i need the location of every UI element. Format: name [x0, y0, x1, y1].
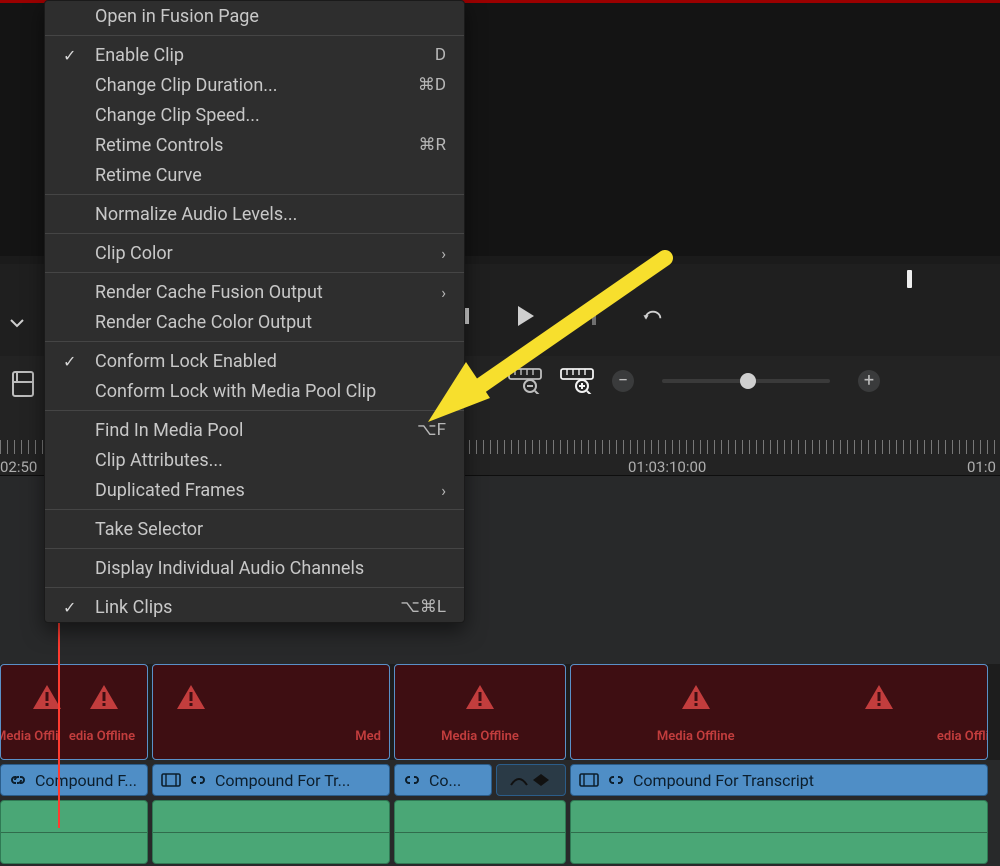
menu-separator: [45, 233, 464, 234]
clip-label: Compound F...: [35, 771, 137, 790]
warning-icon: [863, 683, 895, 711]
keyframe-clip[interactable]: [496, 764, 566, 796]
link-icon: [9, 772, 27, 788]
menu-change-duration[interactable]: Change Clip Duration...⌘D: [45, 70, 464, 100]
media-offline-label: edia Offli: [937, 729, 988, 744]
media-offline-label: Media Offline: [657, 729, 735, 744]
warning-icon: [464, 683, 496, 711]
menu-link-clips[interactable]: ✓Link Clips⌥⌘L: [45, 592, 464, 622]
check-icon: ✓: [63, 598, 95, 617]
menu-take-selector[interactable]: Take Selector: [45, 514, 464, 544]
clip-label: Co...: [429, 771, 461, 790]
clip-context-menu: Open in Fusion Page ✓Enable ClipD Change…: [44, 0, 465, 623]
warning-icon: [680, 683, 712, 711]
menu-separator: [45, 587, 464, 588]
link-icon: [403, 772, 421, 788]
link-icon: [607, 772, 625, 788]
menu-clip-attributes[interactable]: Clip Attributes...: [45, 445, 464, 475]
title-track: Compound F... Compound For Tr... Co... C…: [0, 764, 1000, 796]
audio-track: [0, 800, 1000, 866]
menu-display-audio-channels[interactable]: Display Individual Audio Channels: [45, 553, 464, 583]
menu-retime-controls[interactable]: Retime Controls⌘R: [45, 130, 464, 160]
transport-controls: [450, 305, 664, 327]
menu-separator: [45, 509, 464, 510]
zoom-in-ruler-icon[interactable]: [560, 368, 594, 394]
clip-icon: [579, 773, 599, 787]
menu-separator: [45, 548, 464, 549]
video-clip[interactable]: Media Offline: [394, 664, 566, 760]
menu-render-cache-fusion[interactable]: Render Cache Fusion Output›: [45, 277, 464, 307]
menu-conform-lock-enabled[interactable]: ✓Conform Lock Enabled: [45, 346, 464, 376]
play-button[interactable]: [514, 305, 536, 327]
menu-enable-clip[interactable]: ✓Enable ClipD: [45, 40, 464, 70]
loop-button[interactable]: [642, 305, 664, 327]
chevron-right-icon: ›: [441, 244, 446, 263]
clip-icon: [161, 773, 181, 787]
chevron-right-icon: ›: [441, 283, 446, 302]
menu-duplicated-frames[interactable]: Duplicated Frames›: [45, 475, 464, 505]
menu-conform-lock-media-pool[interactable]: Conform Lock with Media Pool Clip: [45, 376, 464, 406]
check-icon: ✓: [63, 352, 95, 371]
audio-clip[interactable]: [570, 800, 988, 864]
keyframe-icon: [509, 771, 553, 789]
menu-separator: [45, 341, 464, 342]
menu-open-fusion[interactable]: Open in Fusion Page: [45, 1, 464, 31]
audio-clip[interactable]: [394, 800, 566, 864]
warning-icon: [175, 683, 207, 711]
media-offline-label: Med: [355, 729, 381, 744]
compound-clip[interactable]: Co...: [394, 764, 492, 796]
menu-change-speed[interactable]: Change Clip Speed...: [45, 100, 464, 130]
chevron-down-icon[interactable]: [10, 318, 24, 328]
warning-icon: [88, 683, 120, 711]
media-offline-label: Media Offli: [0, 729, 58, 744]
timecode-label: 01:03:10:00: [628, 458, 706, 476]
media-offline-label: Media Offline: [441, 729, 519, 744]
menu-clip-color[interactable]: Clip Color›: [45, 238, 464, 268]
timecode-label: 02:50: [0, 458, 37, 476]
zoom-out-button[interactable]: −: [612, 370, 634, 392]
menu-normalize-audio[interactable]: Normalize Audio Levels...: [45, 199, 464, 229]
zoom-slider-knob[interactable]: [740, 373, 756, 389]
menu-retime-curve[interactable]: Retime Curve: [45, 160, 464, 190]
next-button[interactable]: [578, 305, 600, 327]
link-icon: [189, 772, 207, 788]
zoom-out-ruler-icon[interactable]: [508, 368, 542, 394]
menu-separator: [45, 35, 464, 36]
timecode-label: 01:0: [967, 458, 996, 476]
menu-render-cache-color[interactable]: Render Cache Color Output: [45, 307, 464, 337]
audio-clip[interactable]: [152, 800, 390, 864]
shelf-icon[interactable]: [10, 364, 36, 404]
clip-label: Compound For Tr...: [215, 771, 350, 790]
menu-find-in-media-pool[interactable]: Find In Media Pool⌥F: [45, 415, 464, 445]
chevron-right-icon: ›: [441, 481, 446, 500]
video-clip[interactable]: Media Offli edia Offline: [0, 664, 148, 760]
compound-clip[interactable]: Compound F...: [0, 764, 148, 796]
clip-label: Compound For Transcript: [633, 771, 814, 790]
playhead-marker: [907, 270, 912, 288]
menu-separator: [45, 410, 464, 411]
zoom-slider[interactable]: [662, 379, 830, 383]
menu-separator: [45, 194, 464, 195]
video-clip[interactable]: Media Offline edia Offli: [570, 664, 988, 760]
check-icon: ✓: [63, 46, 95, 65]
video-track: Media Offli edia Offline Med Media Offli…: [0, 664, 1000, 760]
compound-clip[interactable]: Compound For Tr...: [152, 764, 390, 796]
media-offline-label: edia Offline: [69, 729, 135, 744]
zoom-in-button[interactable]: +: [858, 370, 880, 392]
menu-separator: [45, 272, 464, 273]
video-clip[interactable]: Med: [152, 664, 390, 760]
compound-clip[interactable]: Compound For Transcript: [570, 764, 988, 796]
audio-clip[interactable]: [0, 800, 148, 864]
